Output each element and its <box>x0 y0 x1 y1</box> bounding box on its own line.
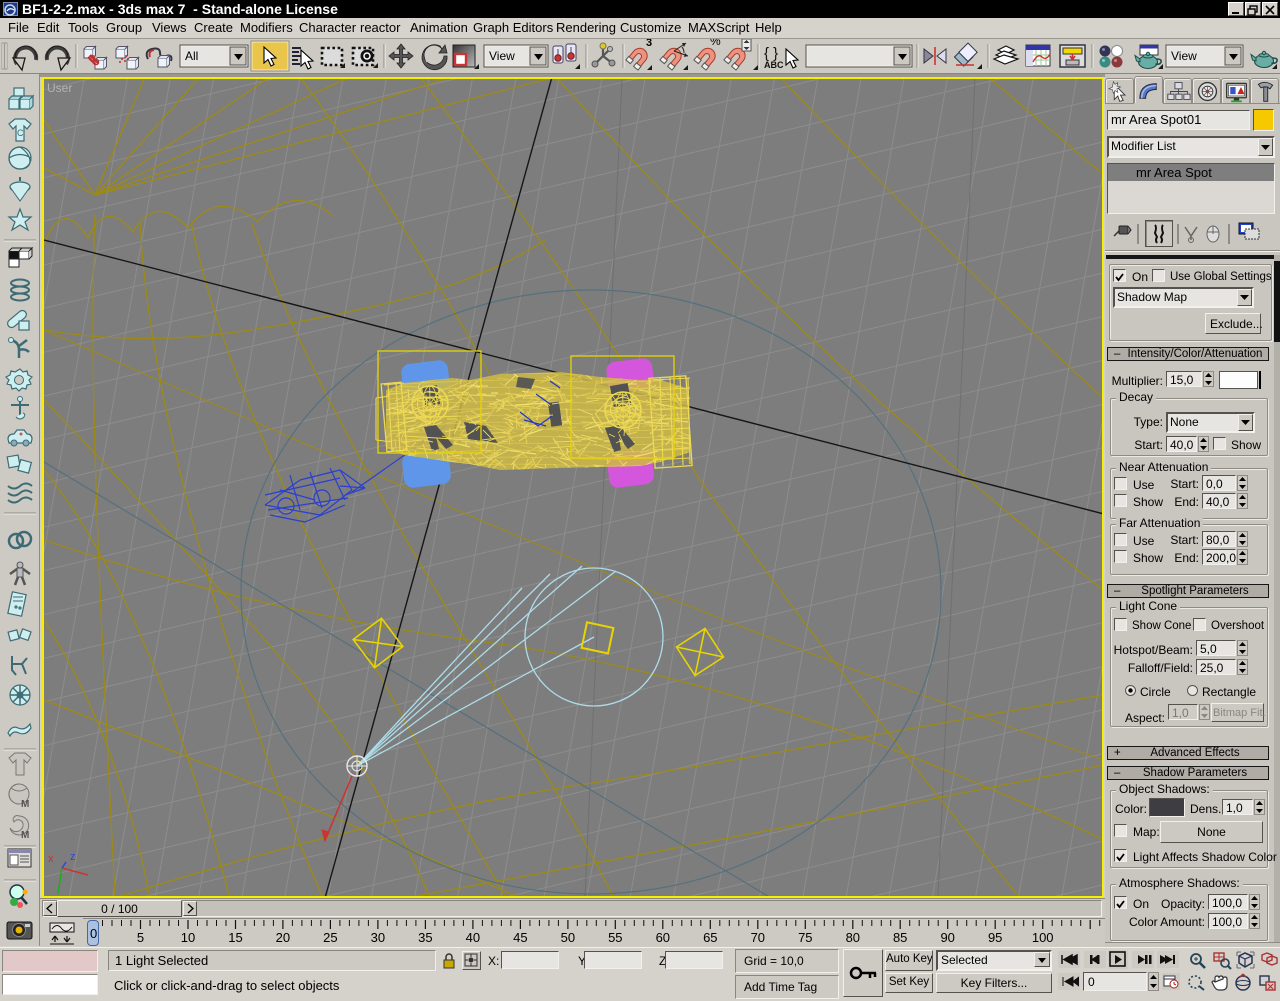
svg-text:85: 85 <box>893 930 907 945</box>
svg-text:15: 15 <box>228 930 242 945</box>
svg-text:View: View <box>489 49 515 63</box>
svg-text:60: 60 <box>656 930 670 945</box>
svg-text:55: 55 <box>608 930 622 945</box>
svg-text:25: 25 <box>323 930 337 945</box>
svg-text:50: 50 <box>561 930 575 945</box>
svg-text:20: 20 <box>276 930 290 945</box>
svg-text:40: 40 <box>466 930 480 945</box>
svg-text:100: 100 <box>1032 930 1054 945</box>
svg-text:M: M <box>21 799 29 810</box>
svg-text:45: 45 <box>513 930 527 945</box>
svg-text:User: User <box>47 81 72 95</box>
svg-text:M: M <box>21 830 29 841</box>
svg-text:95: 95 <box>988 930 1002 945</box>
svg-text:80: 80 <box>846 930 860 945</box>
svg-text:90: 90 <box>940 930 954 945</box>
svg-text:%: % <box>710 39 721 48</box>
svg-text:75: 75 <box>798 930 812 945</box>
svg-text:z: z <box>70 851 76 863</box>
svg-text:View: View <box>1171 49 1197 63</box>
svg-text:3: 3 <box>646 39 652 49</box>
svg-text:35: 35 <box>418 930 432 945</box>
svg-text:ABC: ABC <box>764 60 784 70</box>
svg-text:65: 65 <box>703 930 717 945</box>
svg-text:70: 70 <box>751 930 765 945</box>
svg-text:30: 30 <box>371 930 385 945</box>
svg-text:5: 5 <box>137 930 144 945</box>
svg-text:10: 10 <box>181 930 195 945</box>
svg-text:C: C <box>17 128 24 138</box>
svg-text:All: All <box>185 49 198 63</box>
svg-text:x: x <box>48 853 54 865</box>
